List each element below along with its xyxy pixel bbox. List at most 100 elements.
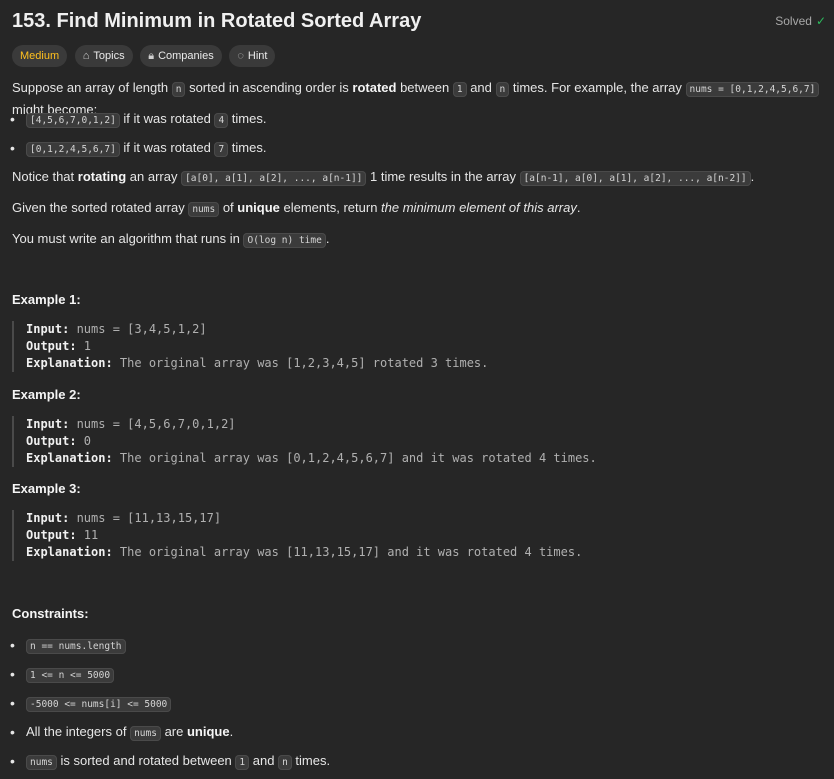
explanation-label: Explanation: — [26, 451, 113, 465]
inline-code: [a[n-1], a[0], a[1], a[2], ..., a[n-2]] — [519, 171, 751, 186]
bold-text: unique — [186, 724, 230, 739]
list-item: [4,5,6,7,0,1,2] if it was rotated 4 time… — [10, 109, 828, 131]
inline-code: nums — [130, 726, 161, 741]
text: . — [576, 200, 581, 215]
italic-text: the minimum element of this array — [381, 200, 577, 215]
output-label: Output: — [26, 339, 77, 353]
inline-code: [0,1,2,4,5,6,7] — [26, 142, 120, 157]
example-2-heading: Example 2: — [12, 387, 81, 402]
example-output-line: Output: 0 — [26, 433, 826, 450]
companies-label: Companies — [158, 50, 214, 62]
inline-code: n == nums.length — [26, 639, 126, 654]
example-output-line: Output: 11 — [26, 527, 826, 544]
explanation-label: Explanation: — [26, 356, 113, 370]
topics-button[interactable]: ⌂ Topics — [74, 45, 133, 67]
rotation-examples-list: [4,5,6,7,0,1,2] if it was rotated 4 time… — [10, 109, 828, 160]
output-value: 0 — [76, 434, 92, 448]
bold-text: rotated — [352, 80, 397, 95]
inline-code: n — [171, 82, 186, 97]
text: elements, return — [279, 200, 382, 215]
example-input-line: Input: nums = [4,5,6,7,0,1,2] — [26, 416, 826, 433]
text: 1 time results in the array — [366, 169, 520, 184]
output-label: Output: — [26, 528, 77, 542]
constraints-heading: Constraints: — [12, 606, 89, 621]
inline-code: nums — [26, 755, 57, 770]
inline-code: 1 — [235, 755, 250, 770]
text: All the integers of — [26, 724, 131, 739]
example-3-block: Input: nums = [11,13,15,17] Output: 11 E… — [12, 510, 826, 561]
constraint-item: All the integers of nums are unique. — [10, 722, 828, 744]
text: times. For example, the array — [509, 80, 686, 95]
text: . — [229, 724, 234, 739]
text: if it was rotated — [119, 140, 215, 155]
text: sorted in ascending order is — [185, 80, 353, 95]
text: are — [160, 724, 187, 739]
inline-code: 1 <= n <= 5000 — [26, 668, 115, 683]
constraints-list: n == nums.length 1 <= n <= 5000 -5000 <=… — [10, 635, 828, 773]
output-label: Output: — [26, 434, 77, 448]
constraint-item: 1 <= n <= 5000 — [10, 664, 828, 686]
inline-code: [4,5,6,7,0,1,2] — [26, 113, 120, 128]
difficulty-badge: Medium — [12, 45, 68, 67]
text: if it was rotated — [119, 111, 215, 126]
solved-status: Solved ✓ — [775, 12, 826, 30]
title-row: 153. Find Minimum in Rotated Sorted Arra… — [12, 8, 826, 34]
text: of — [219, 200, 238, 215]
explanation-label: Explanation: — [26, 545, 113, 559]
example-1-heading: Example 1: — [12, 292, 81, 307]
inline-code: -5000 <= nums[i] <= 5000 — [26, 697, 172, 712]
text: and — [249, 753, 279, 768]
input-label: Input: — [26, 322, 70, 336]
list-item: [0,1,2,4,5,6,7] if it was rotated 7 time… — [10, 138, 828, 160]
text: and — [466, 80, 496, 95]
lightbulb-icon: ◌ — [237, 50, 244, 62]
example-explanation-line: Explanation: The original array was [0,1… — [26, 450, 826, 467]
inline-code: nums = [0,1,2,4,5,6,7] — [685, 82, 820, 97]
inline-code: 1 — [452, 82, 467, 97]
paragraph-task: Given the sorted rotated array nums of u… — [12, 198, 828, 220]
text: Notice that — [12, 169, 78, 184]
text: is sorted and rotated between — [56, 753, 236, 768]
input-label: Input: — [26, 511, 70, 525]
example-input-line: Input: nums = [11,13,15,17] — [26, 510, 826, 527]
text: between — [396, 80, 453, 95]
input-label: Input: — [26, 417, 70, 431]
example-input-line: Input: nums = [3,4,5,1,2] — [26, 321, 826, 338]
input-value: nums = [3,4,5,1,2] — [69, 322, 207, 336]
explanation-value: The original array was [1,2,3,4,5] rotat… — [112, 356, 489, 370]
inline-code: nums — [188, 202, 220, 217]
example-2-block: Input: nums = [4,5,6,7,0,1,2] Output: 0 … — [12, 416, 826, 467]
topics-label: Topics — [93, 50, 125, 62]
inline-code: n — [278, 755, 292, 770]
text: times. — [291, 753, 331, 768]
explanation-value: The original array was [0,1,2,4,5,6,7] a… — [112, 451, 597, 465]
output-value: 11 — [76, 528, 99, 542]
input-value: nums = [4,5,6,7,0,1,2] — [69, 417, 236, 431]
bold-text: rotating — [77, 169, 127, 184]
text: Given the sorted rotated array — [12, 200, 189, 215]
text: times. — [228, 140, 267, 155]
paragraph-rotation: Notice that rotating an array [a[0], a[1… — [12, 167, 828, 189]
example-explanation-line: Explanation: The original array was [11,… — [26, 544, 826, 561]
bold-text: unique — [237, 200, 280, 215]
example-explanation-line: Explanation: The original array was [1,2… — [26, 355, 826, 372]
solved-label: Solved — [775, 14, 812, 28]
problem-title[interactable]: 153. Find Minimum in Rotated Sorted Arra… — [12, 8, 421, 34]
inline-code: [a[0], a[1], a[2], ..., a[n-1]] — [181, 171, 367, 186]
companies-button[interactable]: 🔒︎ Companies — [140, 45, 222, 67]
text: . — [750, 169, 755, 184]
example-3-heading: Example 3: — [12, 481, 81, 496]
lock-icon: 🔒︎ — [148, 50, 155, 62]
paragraph-complexity: You must write an algorithm that runs in… — [12, 229, 828, 251]
text: . — [325, 231, 330, 246]
check-circle-icon: ✓ — [815, 14, 826, 28]
hint-button[interactable]: ◌ Hint — [229, 45, 276, 67]
example-1-block: Input: nums = [3,4,5,1,2] Output: 1 Expl… — [12, 321, 826, 372]
inline-code: n — [495, 82, 510, 97]
text: You must write an algorithm that runs in — [12, 231, 244, 246]
output-value: 1 — [76, 339, 92, 353]
constraint-item: n == nums.length — [10, 635, 828, 657]
inline-code: O(log n) time — [243, 233, 326, 248]
constraint-item: nums is sorted and rotated between 1 and… — [10, 751, 828, 773]
hint-label: Hint — [247, 50, 268, 62]
